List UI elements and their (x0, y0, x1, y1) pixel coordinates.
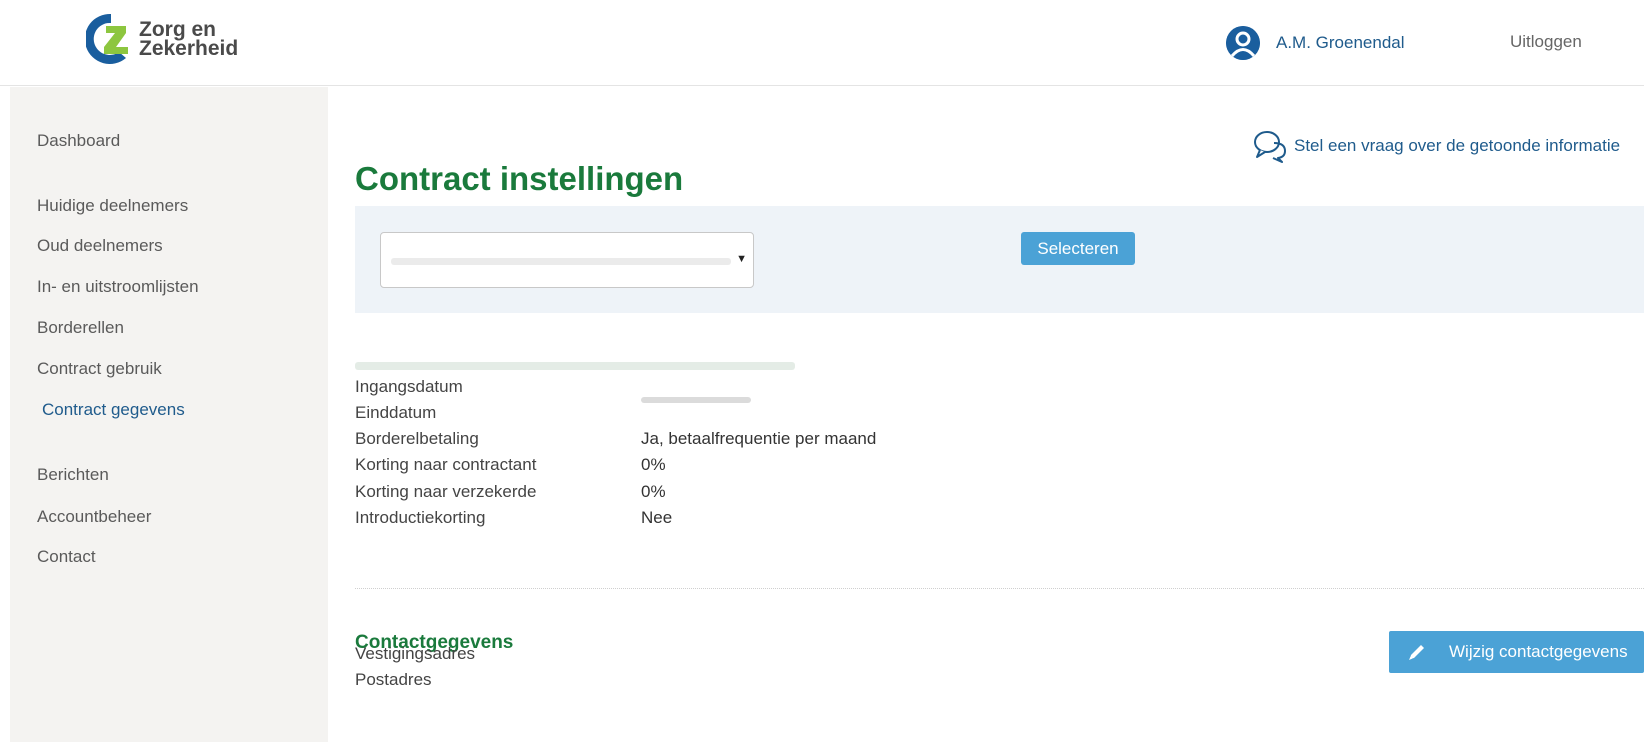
sidebar: Dashboard Huidige deelnemers Oud deelnem… (10, 87, 328, 742)
user-icon (1226, 26, 1260, 60)
brand-line-2: Zekerheid (139, 37, 239, 60)
detail-label-ingangsdatum: Ingangsdatum (355, 377, 463, 396)
sidebar-item-borderellen[interactable]: Borderellen (37, 318, 124, 338)
pencil-icon (1409, 645, 1424, 660)
sidebar-item-contract-gegevens[interactable]: Contract gegevens (42, 400, 185, 420)
detail-label-einddatum: Einddatum (355, 403, 437, 422)
top-header: Zorg en Zekerheid A.M. Groenendal Uitlog… (0, 0, 1644, 86)
contract-select[interactable]: ▼ (380, 232, 754, 288)
logout-link[interactable]: Uitloggen (1510, 32, 1582, 52)
sidebar-item-contact[interactable]: Contact (37, 547, 96, 567)
page-title: Contract instellingen (355, 160, 684, 197)
contact-label-postadres: Postadres (355, 670, 432, 689)
contract-select-panel: ▼ Selecteren (355, 206, 1644, 313)
detail-value-introductiekorting: Nee (641, 508, 673, 527)
sidebar-item-accountbeheer[interactable]: Accountbeheer (37, 507, 151, 527)
ask-question-link[interactable]: Stel een vraag over de getoonde informat… (1252, 129, 1620, 163)
triangle-down-icon: ▼ (736, 253, 747, 265)
detail-value-korting-contractant: 0% (641, 455, 666, 474)
brand-name: Zorg en Zekerheid (139, 19, 239, 60)
sidebar-item-in-uitstroomlijsten[interactable]: In- en uitstroomlijsten (37, 277, 199, 297)
detail-label-borderelbetaling: Borderelbetaling (355, 429, 479, 448)
contact-label-vestigingsadres: Vestigingsadres (355, 644, 476, 663)
sidebar-item-contract-gebruik[interactable]: Contract gebruik (37, 359, 162, 379)
redacted-contract-name (355, 362, 795, 370)
redacted-ingangsdatum-value (641, 397, 751, 403)
brand-logo[interactable]: Zorg en Zekerheid (86, 12, 238, 66)
main-content: Stel een vraag over de getoonde informat… (328, 87, 1644, 742)
user-name[interactable]: A.M. Groenendal (1276, 33, 1405, 53)
detail-label-korting-verzekerde: Korting naar verzekerde (355, 482, 537, 501)
detail-label-introductiekorting: Introductiekorting (355, 508, 486, 527)
zz-logo-icon (86, 13, 128, 64)
sidebar-item-huidige-deelnemers[interactable]: Huidige deelnemers (37, 196, 188, 216)
user-menu[interactable]: A.M. Groenendal (1226, 26, 1405, 60)
sidebar-item-dashboard[interactable]: Dashboard (37, 131, 120, 151)
ask-question-text[interactable]: Stel een vraag over de getoonde informat… (1294, 136, 1620, 156)
edit-contact-button[interactable]: Wijzig contactgegevens (1389, 631, 1644, 673)
section-divider (355, 588, 1644, 589)
sidebar-item-oud-deelnemers[interactable]: Oud deelnemers (37, 236, 163, 256)
redacted-select-value (391, 258, 731, 265)
sidebar-item-berichten[interactable]: Berichten (37, 465, 109, 485)
detail-value-borderelbetaling: Ja, betaalfrequentie per maand (641, 429, 877, 448)
detail-label-korting-contractant: Korting naar contractant (355, 455, 537, 474)
chat-bubbles-icon (1254, 131, 1286, 163)
edit-contact-label[interactable]: Wijzig contactgegevens (1449, 642, 1628, 662)
select-button[interactable]: Selecteren (1021, 232, 1135, 265)
detail-value-korting-verzekerde: 0% (641, 482, 666, 501)
